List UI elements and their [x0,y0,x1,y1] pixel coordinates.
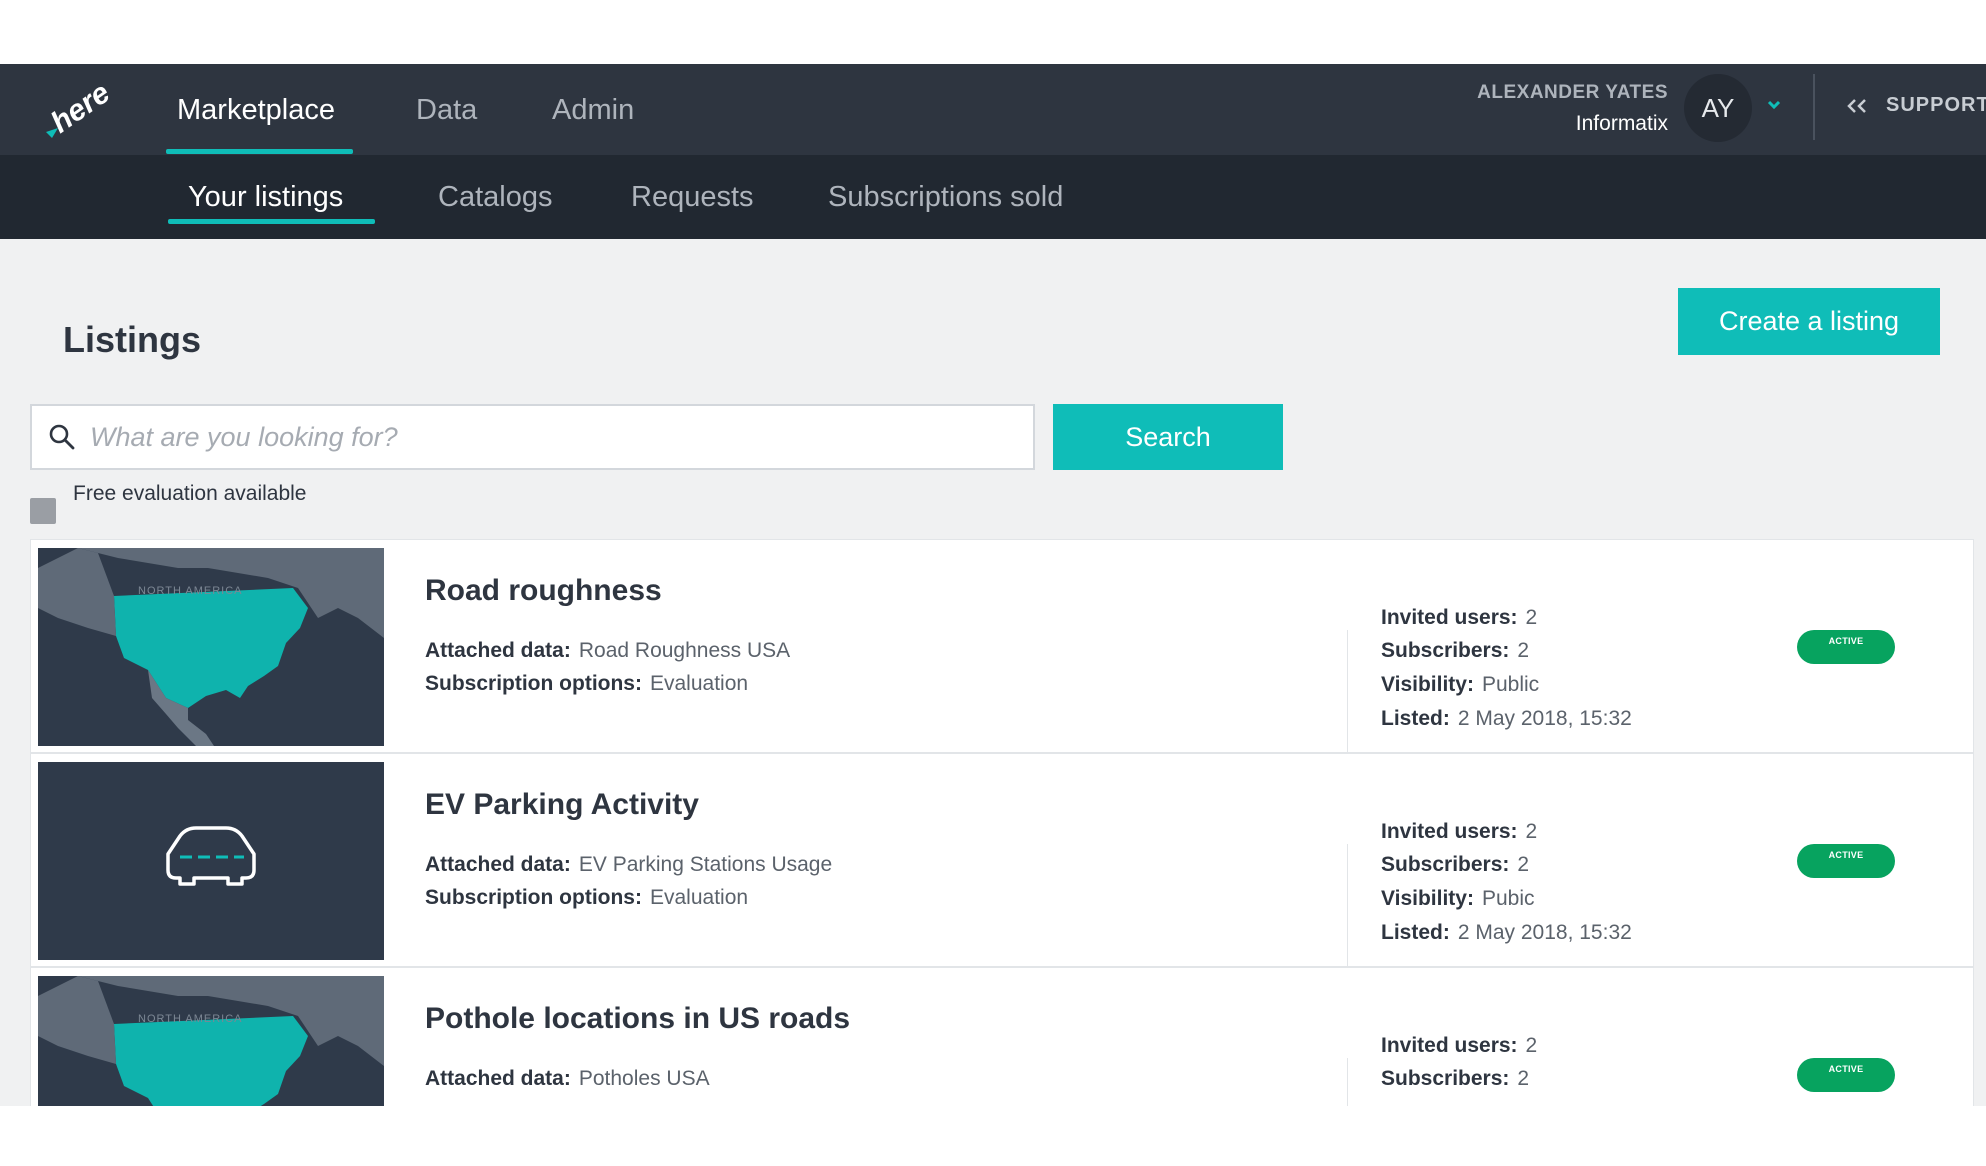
top-bar: here Marketplace Data Admin ALEXANDER YA… [0,64,1986,155]
support-link[interactable]: SUPPORT [1846,94,1986,117]
listing-card[interactable]: EV Parking Activity Attached data: EV Par… [30,753,1974,968]
subscribers: Subscribers: 2 [1381,853,1530,876]
card-divider [1347,630,1348,754]
chevron-down-icon[interactable] [1764,94,1784,114]
tab-requests[interactable]: Requests [631,181,754,214]
user-organization[interactable]: Informatix [1576,112,1668,136]
visibility: Visibility: Public [1381,673,1540,696]
user-name[interactable]: ALEXANDER YATES [1477,82,1668,104]
card-divider [1347,844,1348,968]
search-icon [49,424,75,450]
listing-thumbnail [38,762,384,960]
create-listing-button[interactable]: Create a listing [1678,288,1940,355]
tab-your-listings[interactable]: Your listings [188,181,343,214]
listing-title[interactable]: Pothole locations in US roads [425,1002,850,1036]
invited-users: Invited users: 2 [1381,820,1538,843]
listing-title[interactable]: EV Parking Activity [425,788,699,822]
status-badge: ACTIVE [1797,844,1895,878]
tab-catalogs[interactable]: Catalogs [438,181,552,214]
here-logo[interactable]: here [44,82,110,140]
tab-subscriptions-sold[interactable]: Subscriptions sold [828,181,1063,214]
subscribers: Subscribers: 2 [1381,1067,1530,1090]
free-evaluation-checkbox[interactable] [30,498,56,524]
attached-data: Attached data: Potholes USA [425,1067,710,1090]
listed-date: Listed: 2 May 2018, 15:32 [1381,707,1632,730]
listing-title[interactable]: Road roughness [425,574,662,608]
listed-date: Listed: 2 May 2018, 15:32 [1381,921,1632,944]
svg-text:NORTH AMERICA: NORTH AMERICA [138,585,242,597]
subscription-options: Subscription options: Evaluation [425,672,749,695]
visibility: Visibility: Pubic [1381,887,1535,910]
nav-data[interactable]: Data [416,94,477,127]
svg-text:NORTH AMERICA: NORTH AMERICA [138,1013,242,1025]
listing-card[interactable]: NORTH AMERICA Road roughness Attached da… [30,539,1974,754]
search-button[interactable]: Search [1053,404,1283,470]
status-badge: ACTIVE [1797,630,1895,664]
listing-thumbnail: NORTH AMERICA [38,548,384,746]
subscribers: Subscribers: 2 [1381,639,1530,662]
attached-data: Attached data: Road Roughness USA [425,639,791,662]
sub-navigation: Your listings Catalogs Requests Subscrip… [0,155,1986,239]
subscription-options: Subscription options: Evaluation [425,886,749,909]
page-title: Listings [63,319,202,360]
nav-admin[interactable]: Admin [552,94,634,127]
avatar[interactable]: AY [1684,74,1752,142]
nav-active-indicator [166,149,353,154]
app-frame: here Marketplace Data Admin ALEXANDER YA… [0,64,1986,1106]
invited-users: Invited users: 2 [1381,606,1538,629]
attached-data: Attached data: EV Parking Stations Usage [425,853,833,876]
subnav-active-indicator [168,219,375,224]
support-label: SUPPORT [1886,94,1986,116]
free-evaluation-label[interactable]: Free evaluation available [73,482,306,506]
double-chevron-left-icon [1847,98,1866,113]
listings-list: NORTH AMERICA Road roughness Attached da… [30,539,1974,1106]
listing-thumbnail: NORTH AMERICA [38,976,384,1106]
map-north-america-icon: NORTH AMERICA [38,976,384,1106]
search-input[interactable] [90,421,990,453]
nav-marketplace[interactable]: Marketplace [177,94,335,127]
search-field[interactable] [30,404,1035,470]
header-divider [1813,74,1815,140]
status-badge: ACTIVE [1797,1058,1895,1092]
card-divider [1347,1058,1348,1106]
map-north-america-icon: NORTH AMERICA [38,548,384,746]
listing-card[interactable]: NORTH AMERICA Pothole locations in US ro… [30,967,1974,1106]
car-icon [38,762,384,960]
invited-users: Invited users: 2 [1381,1034,1538,1057]
